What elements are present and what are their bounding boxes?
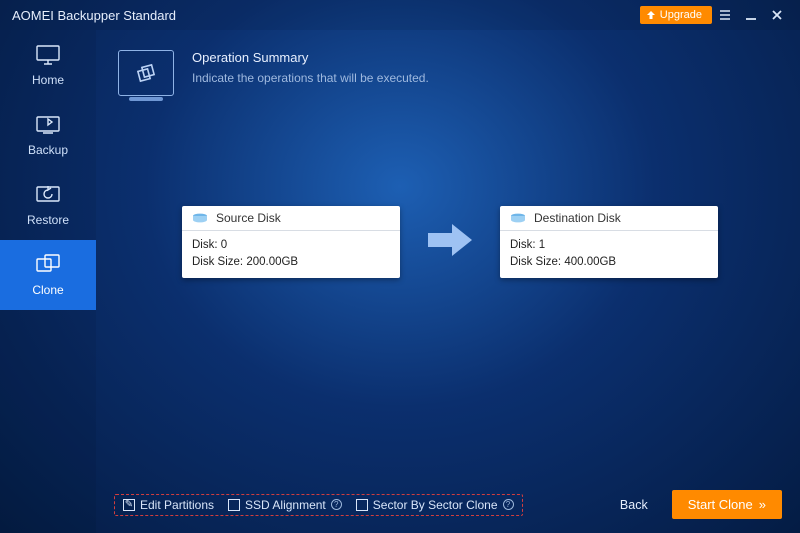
chevron-right-icon: » <box>759 497 766 512</box>
backup-icon <box>34 113 62 137</box>
clone-icon <box>34 253 62 277</box>
operation-summary: Operation Summary Indicate the operation… <box>118 50 782 96</box>
overlap-squares-icon <box>135 62 157 84</box>
close-icon <box>770 8 784 22</box>
sidebar-item-label: Backup <box>28 143 68 157</box>
title-bar: AOMEI Backupper Standard Upgrade <box>0 0 800 30</box>
destination-disk-header: Destination Disk <box>500 206 718 231</box>
sidebar-item-label: Home <box>32 73 64 87</box>
destination-disk-card[interactable]: Destination Disk Disk: 1 Disk Size: 400.… <box>500 206 718 278</box>
help-icon[interactable]: ? <box>331 499 342 510</box>
close-button[interactable] <box>764 2 790 28</box>
app-title: AOMEI Backupper Standard <box>12 8 640 23</box>
start-clone-label: Start Clone <box>688 497 753 512</box>
upgrade-button[interactable]: Upgrade <box>640 6 712 24</box>
sidebar-item-label: Clone <box>32 283 63 297</box>
sidebar-item-label: Restore <box>27 213 69 227</box>
clone-options-group: ✎ Edit Partitions SSD Alignment ? Sector… <box>114 494 523 516</box>
minimize-icon <box>744 8 758 22</box>
summary-text: Operation Summary Indicate the operation… <box>192 50 429 85</box>
sector-by-sector-label: Sector By Sector Clone <box>373 498 498 512</box>
sidebar-item-backup[interactable]: Backup <box>0 100 96 170</box>
checkbox-icon <box>356 499 368 511</box>
main-panel: Operation Summary Indicate the operation… <box>96 30 800 533</box>
source-disk-title: Source Disk <box>216 211 281 225</box>
sidebar: Home Backup Restore Clone <box>0 30 96 533</box>
summary-monitor-icon <box>118 50 174 96</box>
destination-disk-body: Disk: 1 Disk Size: 400.00GB <box>500 231 718 278</box>
start-clone-button[interactable]: Start Clone » <box>672 490 782 519</box>
disk-icon <box>510 213 526 223</box>
edit-partitions-checkbox[interactable]: ✎ Edit Partitions <box>123 498 214 512</box>
source-disk-size: Disk Size: 200.00GB <box>192 254 390 271</box>
checkbox-icon <box>228 499 240 511</box>
ssd-alignment-label: SSD Alignment <box>245 498 326 512</box>
destination-disk-number: Disk: 1 <box>510 237 708 254</box>
back-label: Back <box>620 498 648 512</box>
back-button[interactable]: Back <box>610 492 658 518</box>
minimize-button[interactable] <box>738 2 764 28</box>
arrow-icon <box>426 220 474 265</box>
summary-subtitle: Indicate the operations that will be exe… <box>192 71 429 85</box>
checkbox-icon: ✎ <box>123 499 135 511</box>
edit-partitions-label: Edit Partitions <box>140 498 214 512</box>
destination-disk-size: Disk Size: 400.00GB <box>510 254 708 271</box>
source-disk-header: Source Disk <box>182 206 400 231</box>
destination-disk-title: Destination Disk <box>534 211 621 225</box>
source-disk-number: Disk: 0 <box>192 237 390 254</box>
menu-icon <box>718 8 732 22</box>
sidebar-item-clone[interactable]: Clone <box>0 240 96 310</box>
disk-row: Source Disk Disk: 0 Disk Size: 200.00GB … <box>118 206 782 278</box>
help-icon[interactable]: ? <box>503 499 514 510</box>
menu-button[interactable] <box>712 2 738 28</box>
source-disk-card[interactable]: Source Disk Disk: 0 Disk Size: 200.00GB <box>182 206 400 278</box>
upgrade-label: Upgrade <box>660 9 702 21</box>
upgrade-arrow-icon <box>646 10 656 20</box>
summary-title: Operation Summary <box>192 50 429 65</box>
source-disk-body: Disk: 0 Disk Size: 200.00GB <box>182 231 400 278</box>
ssd-alignment-checkbox[interactable]: SSD Alignment ? <box>228 498 342 512</box>
disk-icon <box>192 213 208 223</box>
home-monitor-icon <box>34 43 62 67</box>
sidebar-item-home[interactable]: Home <box>0 30 96 100</box>
footer: ✎ Edit Partitions SSD Alignment ? Sector… <box>96 490 800 519</box>
sidebar-item-restore[interactable]: Restore <box>0 170 96 240</box>
restore-icon <box>34 183 62 207</box>
sector-by-sector-checkbox[interactable]: Sector By Sector Clone ? <box>356 498 514 512</box>
